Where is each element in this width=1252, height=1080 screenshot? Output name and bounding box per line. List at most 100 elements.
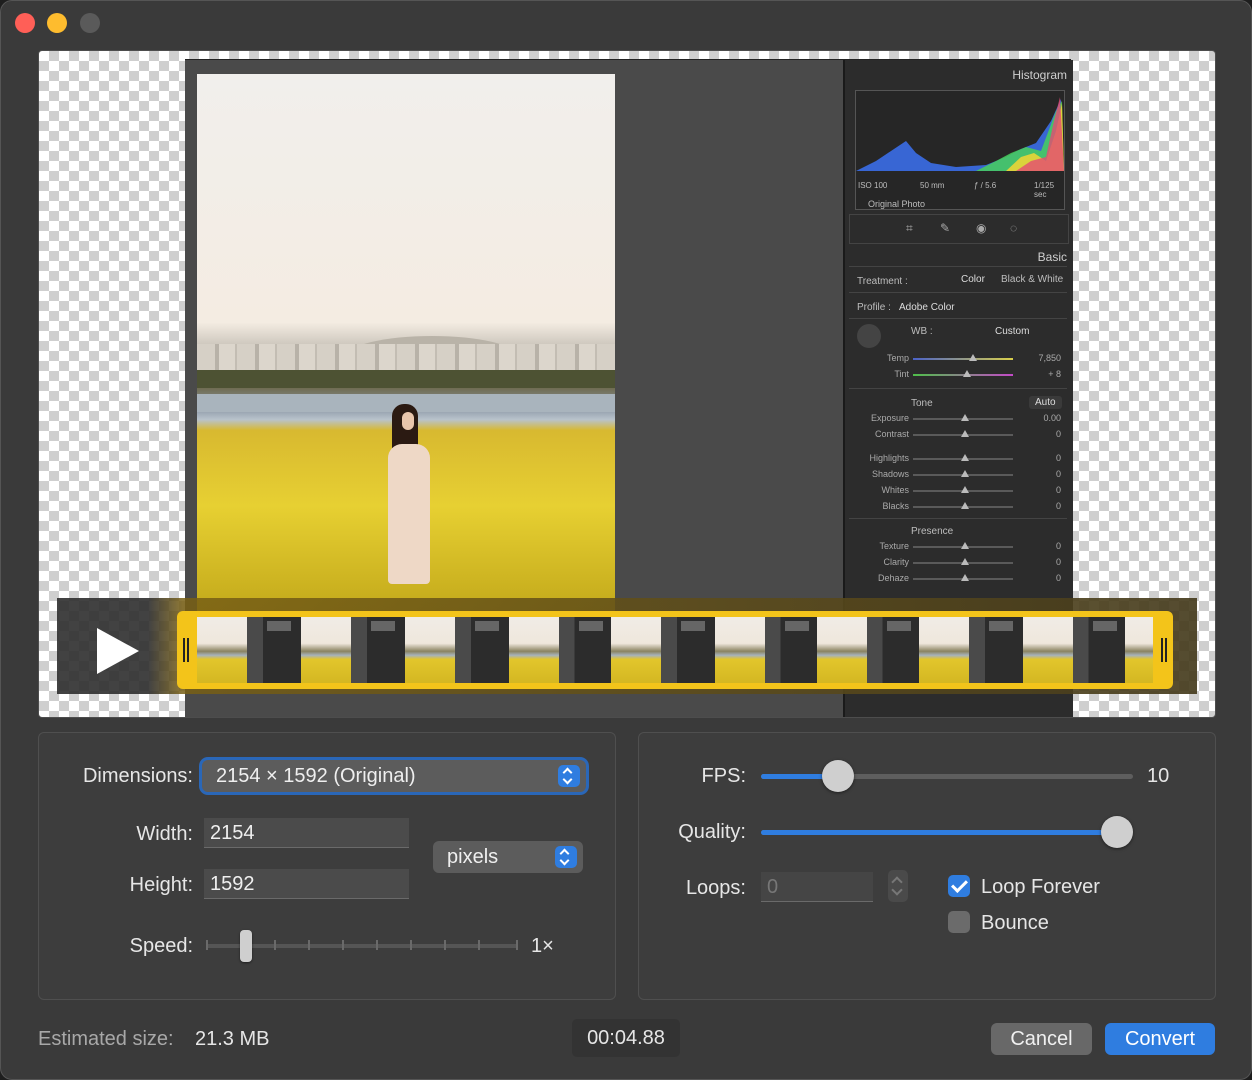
timecode: 00:04.88 xyxy=(572,1019,680,1057)
height-field[interactable]: 1592 xyxy=(204,869,409,899)
quality-slider[interactable] xyxy=(761,816,1133,848)
loops-stepper[interactable] xyxy=(888,870,908,902)
frame-thumbnail xyxy=(611,617,661,683)
play-icon[interactable] xyxy=(97,628,139,674)
size-settings-panel: Dimensions: 2154 × 1592 (Original) Width… xyxy=(38,732,616,1000)
frame-thumbnail xyxy=(715,617,765,683)
trim-start-handle[interactable] xyxy=(183,638,189,662)
frame-thumbnail xyxy=(197,617,247,683)
loop-forever-checkbox[interactable] xyxy=(948,875,970,897)
crop-icon: ⌗ xyxy=(906,221,913,235)
frame-thumbnail xyxy=(247,617,301,683)
person-figure xyxy=(382,404,432,584)
frame-thumbnail xyxy=(455,617,509,683)
shadows-slider: Shadows 0 xyxy=(871,469,1061,479)
width-field[interactable]: 2154 xyxy=(204,818,409,848)
histogram-focal: 50 mm xyxy=(920,181,945,190)
dimensions-label: Dimensions: xyxy=(82,765,193,787)
clarity-slider: Clarity 0 xyxy=(883,557,1061,567)
tone-label: Tone xyxy=(911,398,933,409)
profile-label: Profile : xyxy=(857,302,891,313)
histogram-header: Histogram xyxy=(1012,68,1067,82)
dimensions-value: 2154 × 1592 (Original) xyxy=(216,765,416,787)
frame-thumbnail xyxy=(1125,617,1153,683)
histogram-iso: ISO 100 xyxy=(858,181,888,190)
quality-label: Quality: xyxy=(678,821,746,843)
minimize-window-button[interactable] xyxy=(47,13,67,33)
frame-thumbnail xyxy=(765,617,817,683)
units-popup[interactable]: pixels xyxy=(433,841,583,873)
dehaze-slider: Dehaze 0 xyxy=(877,573,1061,583)
frame-thumbnail xyxy=(1023,617,1073,683)
convert-button[interactable]: Convert xyxy=(1105,1023,1215,1055)
loop-forever-label: Loop Forever xyxy=(981,876,1100,898)
temp-slider: Temp 7,850 xyxy=(886,353,1061,363)
chevron-updown-icon xyxy=(555,846,577,868)
exposure-slider: Exposure 0.00 xyxy=(870,413,1061,423)
eyedropper-icon xyxy=(857,324,881,348)
preview-photo xyxy=(197,74,615,614)
frame-thumbnail xyxy=(559,617,611,683)
auto-button: Auto xyxy=(1029,396,1062,409)
zoom-window-button[interactable] xyxy=(80,13,100,33)
wb-value: Custom xyxy=(995,326,1030,337)
fps-label: FPS: xyxy=(701,765,746,787)
estimated-size-value: 21.3 MB xyxy=(195,1028,270,1050)
tool-strip: ⌗ ✎ ◉ ◌ xyxy=(849,214,1069,244)
treatment-label: Treatment : xyxy=(857,276,908,287)
redeye-icon: ◉ xyxy=(976,221,987,235)
heal-icon: ✎ xyxy=(940,221,951,235)
whites-slider: Whites 0 xyxy=(881,485,1061,495)
dimensions-popup[interactable]: 2154 × 1592 (Original) xyxy=(202,760,586,792)
profile-value: Adobe Color xyxy=(899,302,955,313)
fps-slider[interactable] xyxy=(761,760,1133,792)
tint-slider: Tint + 8 xyxy=(894,369,1061,379)
frame-thumbnail xyxy=(661,617,715,683)
treatment-bw: Black & White xyxy=(1001,274,1064,285)
presence-label: Presence xyxy=(911,526,954,537)
frame-thumbnail xyxy=(301,617,351,683)
frame-thumbnail xyxy=(867,617,919,683)
video-preview: Histogram ISO 100 50 mm ƒ / 5.6 1/125 se… xyxy=(38,50,1216,718)
speed-slider[interactable] xyxy=(206,930,518,962)
units-value: pixels xyxy=(447,846,499,868)
close-window-button[interactable] xyxy=(15,13,35,33)
loops-field[interactable]: 0 xyxy=(761,872,873,902)
original-photo-label: Original Photo xyxy=(868,199,926,209)
trim-end-handle[interactable] xyxy=(1161,638,1167,662)
frame-thumbnail xyxy=(969,617,1023,683)
trim-range[interactable] xyxy=(177,611,1173,689)
speed-slider-knob[interactable] xyxy=(240,930,252,962)
loops-label: Loops: xyxy=(685,877,746,899)
contrast-slider: Contrast 0 xyxy=(874,429,1061,439)
treatment-color: Color xyxy=(961,274,985,285)
frame-thumbnail xyxy=(919,617,969,683)
height-label: Height: xyxy=(129,874,193,896)
histogram-aperture: ƒ / 5.6 xyxy=(974,181,997,190)
frame-thumbnail xyxy=(405,617,455,683)
basic-header: Basic xyxy=(1037,250,1067,264)
frame-thumbnail xyxy=(351,617,405,683)
texture-slider: Texture 0 xyxy=(879,541,1061,551)
quality-slider-knob[interactable] xyxy=(1101,816,1133,848)
speed-label: Speed: xyxy=(129,935,193,957)
width-label: Width: xyxy=(136,823,193,845)
speed-value: 1× xyxy=(531,935,554,957)
timeline-strip xyxy=(57,598,1197,694)
gif-export-window: Histogram ISO 100 50 mm ƒ / 5.6 1/125 se… xyxy=(0,0,1252,1080)
blacks-slider: Blacks 0 xyxy=(882,501,1061,511)
frame-thumbnail xyxy=(509,617,559,683)
frame-thumbnail xyxy=(1073,617,1125,683)
histogram: ISO 100 50 mm ƒ / 5.6 1/125 sec Original… xyxy=(855,90,1065,210)
fps-slider-knob[interactable] xyxy=(822,760,854,792)
wb-label: WB : xyxy=(911,326,933,337)
bounce-checkbox[interactable] xyxy=(948,911,970,933)
cancel-button[interactable]: Cancel xyxy=(991,1023,1092,1055)
mask-icon: ◌ xyxy=(1010,221,1018,235)
bounce-label: Bounce xyxy=(981,912,1049,934)
highlights-slider: Highlights 0 xyxy=(869,453,1061,463)
estimated-size-label: Estimated size: xyxy=(38,1028,174,1050)
chevron-updown-icon xyxy=(558,765,580,787)
frame-thumbnails xyxy=(197,617,1153,683)
histogram-shutter: 1/125 sec xyxy=(1034,181,1055,199)
